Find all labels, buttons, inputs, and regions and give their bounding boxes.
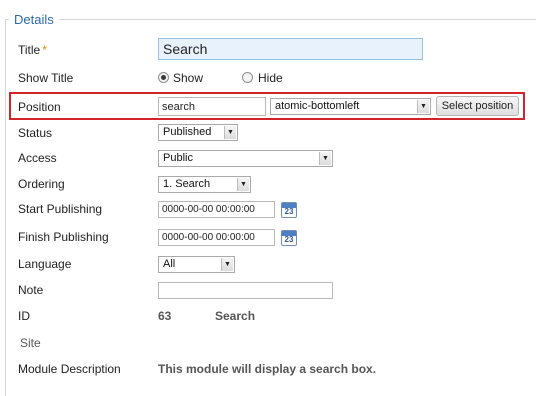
language-select[interactable]: All ▼: [158, 256, 235, 273]
chevron-down-icon: ▼: [237, 178, 249, 191]
title-label: Title *: [18, 43, 47, 57]
status-label: Status: [18, 126, 53, 140]
access-label: Access: [18, 151, 57, 165]
position-input[interactable]: search: [158, 97, 266, 116]
required-marker: *: [42, 43, 47, 57]
fieldset-left-border: [5, 19, 6, 396]
position-label: Position: [18, 100, 61, 114]
module-description-label: Module Description: [18, 362, 121, 376]
show-title-label: Show Title: [18, 71, 74, 85]
start-publishing-label: Start Publishing: [18, 202, 103, 216]
finish-publishing-label: Finish Publishing: [18, 230, 109, 244]
id-value: 63: [158, 309, 172, 323]
finish-publishing-input[interactable]: 0000-00-00 00:00:00: [158, 229, 275, 246]
ordering-select[interactable]: 1. Search ▼: [158, 176, 251, 193]
show-title-radio-show[interactable]: [158, 72, 169, 83]
chevron-down-icon: ▼: [417, 100, 429, 113]
status-select-value: Published: [163, 126, 212, 138]
start-publishing-input[interactable]: 0000-00-00 00:00:00: [158, 201, 275, 218]
language-select-value: All: [163, 258, 176, 270]
position-select-value: atomic-bottomleft: [275, 100, 360, 112]
show-title-option-show[interactable]: Show: [173, 71, 203, 85]
chevron-down-icon: ▼: [221, 258, 233, 271]
id-label: ID: [18, 309, 30, 323]
chevron-down-icon: ▼: [224, 126, 236, 139]
module-description-text: This module will display a search box.: [158, 362, 377, 376]
access-select[interactable]: Public ▼: [158, 150, 333, 167]
fieldset-top-border: [5, 19, 536, 20]
ordering-select-value: 1. Search: [163, 178, 211, 190]
show-title-radio-hide[interactable]: [242, 72, 253, 83]
note-label: Note: [18, 283, 44, 297]
calendar-icon[interactable]: 23: [281, 230, 297, 246]
site-label: Site: [20, 336, 41, 350]
show-title-option-hide[interactable]: Hide: [258, 71, 283, 85]
fieldset-legend: Details: [9, 12, 59, 27]
status-select[interactable]: Published ▼: [158, 124, 238, 141]
position-select[interactable]: atomic-bottomleft ▼: [270, 98, 431, 115]
language-label: Language: [18, 257, 72, 271]
ordering-label: Ordering: [18, 177, 65, 191]
select-position-button[interactable]: Select position: [436, 96, 519, 116]
module-type: Search: [215, 309, 256, 323]
note-input[interactable]: [158, 282, 333, 299]
chevron-down-icon: ▼: [319, 152, 331, 165]
access-select-value: Public: [163, 152, 193, 164]
title-input[interactable]: Search: [158, 38, 423, 60]
calendar-icon[interactable]: 23: [281, 202, 297, 218]
